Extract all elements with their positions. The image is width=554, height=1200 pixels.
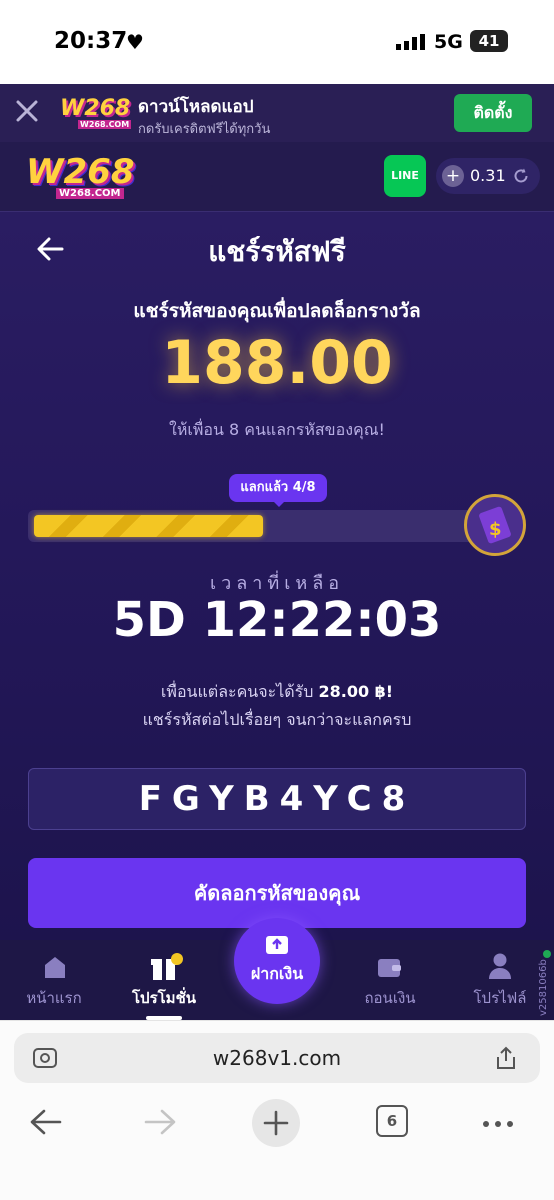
line-button[interactable]: LINE (384, 155, 426, 197)
balance-pill: + 0.31 (436, 158, 540, 194)
online-dot (543, 950, 551, 958)
referral-code-field[interactable]: FGYB4YC8 (28, 768, 526, 830)
reward-amount: 188.00 (161, 328, 393, 398)
url-text[interactable]: w268v1.com (14, 1046, 540, 1070)
friend-reward-amount: 28.00 ฿! (318, 682, 394, 701)
status-bar: 20:37 ♥ 5G 41 (0, 0, 554, 84)
reward-subtitle: แชร์รหัสของคุณเพื่อปลดล็อกรางวัล (133, 300, 421, 322)
deposit-button[interactable]: ฝากเงิน (234, 918, 320, 1004)
share-icon[interactable] (494, 1045, 518, 1075)
reward-ticket-icon: $ (464, 494, 526, 556)
browser-chrome: w268v1.com 6 (0, 1020, 554, 1200)
balance-value: 0.31 (470, 166, 506, 185)
user-icon (487, 952, 513, 984)
back-icon[interactable] (28, 1107, 64, 1141)
tab-count-button[interactable]: 6 (376, 1105, 408, 1137)
version-label: v2581066b (538, 959, 549, 1016)
status-time: 20:37 (54, 28, 128, 54)
app-download-banner: W268 W268.COM ดาวน์โหลดแอป กดรับเครดิตฟร… (0, 84, 554, 142)
countdown-timer: 5D 12:22:03 (112, 592, 442, 648)
progress-track (28, 510, 498, 542)
forward-icon[interactable] (142, 1107, 178, 1141)
svg-text:$: $ (489, 519, 502, 540)
banner-logo: W268 W268.COM (60, 96, 132, 129)
bottom-nav: หน้าแรก โปรโมชั่น ฝากเงิน ถอนเงิน โปรไฟล… (0, 918, 554, 1020)
nav-item-withdraw[interactable]: ถอนเงิน (350, 952, 430, 1012)
gift-icon (150, 952, 184, 986)
share-code-page: แชร์รหัสฟรี แชร์รหัสของคุณเพื่อปลดล็อกรา… (0, 212, 554, 942)
nav-item-home[interactable]: หน้าแรก (14, 952, 94, 1012)
signal-icon (396, 34, 426, 50)
site-logo[interactable]: W268 W268.COM (26, 152, 138, 202)
progress-badge: แลกแล้ว 4/8 (229, 474, 327, 502)
new-tab-icon[interactable] (252, 1099, 300, 1147)
heart-icon: ♥ (126, 30, 144, 54)
share-note: แชร์รหัสต่อไปเรื่อยๆ จนกว่าจะแลกครบ (142, 710, 412, 729)
progress-fill (34, 515, 263, 537)
nav-item-profile[interactable]: โปรไฟล์ (460, 952, 540, 1012)
battery-icon: 41 (470, 30, 508, 52)
refresh-icon[interactable] (512, 167, 530, 185)
add-funds-icon[interactable]: + (442, 165, 464, 187)
close-icon[interactable] (14, 98, 40, 124)
nav-item-promotions[interactable]: โปรโมชั่น (124, 952, 204, 1020)
invite-note: ให้เพื่อน 8 คนแลกรหัสของคุณ! (169, 420, 385, 439)
app-header: W268 W268.COM LINE + 0.31 (0, 142, 554, 212)
badge-pointer (272, 500, 286, 507)
network-type: 5G (434, 31, 463, 53)
page-title: แชร์รหัสฟรี (208, 235, 346, 268)
banner-title: ดาวน์โหลดแอป (138, 97, 254, 117)
wallet-icon (376, 954, 404, 984)
install-button[interactable]: ติดตั้ง (454, 94, 532, 132)
home-icon (42, 954, 68, 984)
banner-subtitle: กดรับเครดิตฟรีได้ทุกวัน (138, 122, 271, 137)
battery-level: 41 (478, 32, 500, 50)
line-icon: LINE (391, 169, 419, 182)
address-bar[interactable]: w268v1.com (14, 1033, 540, 1083)
deposit-icon (264, 932, 290, 960)
more-icon[interactable] (480, 1115, 516, 1134)
friend-reward-note: เพื่อนแต่ละคนจะได้รับ 28.00 ฿! (160, 682, 394, 701)
